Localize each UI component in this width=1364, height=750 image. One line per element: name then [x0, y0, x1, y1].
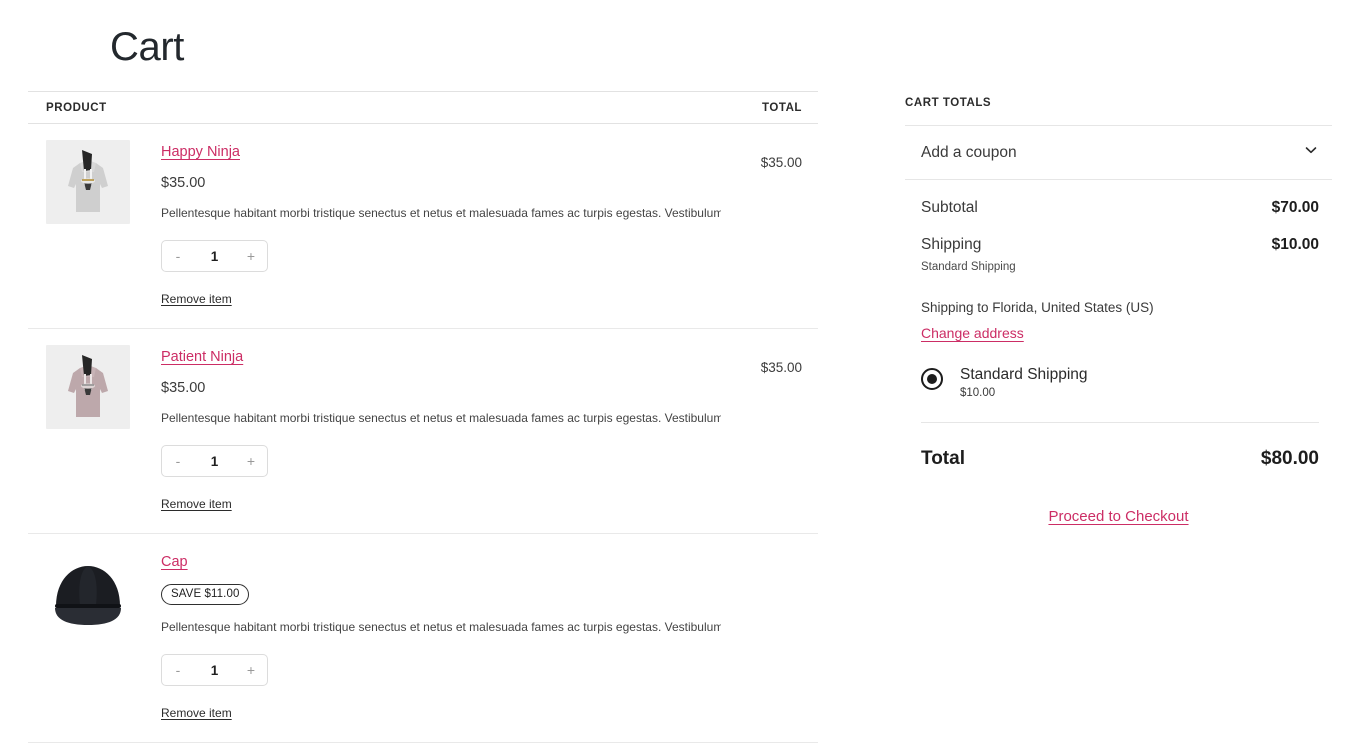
shipping-option-name: Standard Shipping — [960, 366, 1088, 383]
cart-item-row: Happy Ninja $35.00 Pellentesque habitant… — [28, 124, 818, 329]
save-badge: SAVE $11.00 — [161, 584, 250, 605]
product-link[interactable]: Patient Ninja — [161, 349, 243, 366]
product-price: $35.00 — [161, 380, 206, 396]
product-details: Cap SAVE $11.00 Pellentesque habitant mo… — [161, 550, 818, 722]
product-thumbnail-wrap[interactable] — [46, 140, 130, 308]
quantity-decrement-button[interactable]: - — [162, 241, 194, 271]
subtotal-value: $70.00 — [1271, 199, 1319, 216]
product-description: Pellentesque habitant morbi tristique se… — [161, 620, 721, 634]
quantity-increment-button[interactable]: + — [235, 446, 267, 476]
product-thumbnail-wrap[interactable] — [46, 550, 130, 722]
add-coupon-toggle[interactable]: Add a coupon — [905, 125, 1332, 180]
cart-totals-heading: CART TOTALS — [905, 97, 992, 109]
shipping-row: Shipping $10.00 — [921, 217, 1319, 254]
quantity-increment-button[interactable]: + — [235, 241, 267, 271]
product-thumbnail-happy-ninja — [46, 140, 130, 224]
grand-total-row: Total $80.00 — [905, 423, 1332, 470]
total-label: Total — [921, 448, 965, 469]
quantity-stepper[interactable]: - 1 + — [161, 654, 268, 686]
quantity-increment-button[interactable]: + — [235, 655, 267, 685]
shipping-option-standard[interactable]: Standard Shipping $10.00 — [921, 366, 1319, 423]
shipping-option-text: Standard Shipping $10.00 — [960, 366, 1088, 400]
shipping-destination: Shipping to Florida, United States (US) — [921, 300, 1154, 315]
cart-page: Cart PRODUCT TOTAL Happy Ninja $35.00 Pe… — [0, 0, 1364, 750]
cart-item-row: Patient Ninja $35.00 Pellentesque habita… — [28, 329, 818, 534]
shipping-option-price: $10.00 — [960, 387, 996, 399]
shipping-method-note: Standard Shipping — [921, 261, 1016, 273]
column-header-total: TOTAL — [761, 101, 802, 114]
cart-totals-column: CART TOTALS Add a coupon Subtotal $70.00… — [905, 0, 1332, 526]
quantity-value[interactable]: 1 — [194, 249, 235, 264]
product-link[interactable]: Happy Ninja — [161, 144, 240, 161]
checkout-wrap: Proceed to Checkout — [905, 470, 1332, 526]
remove-item-link[interactable]: Remove item — [161, 706, 232, 720]
quantity-value[interactable]: 1 — [194, 663, 235, 678]
product-thumbnail-wrap[interactable] — [46, 345, 130, 513]
shipping-value: $10.00 — [1271, 236, 1319, 253]
product-description: Pellentesque habitant morbi tristique se… — [161, 411, 721, 425]
add-coupon-label: Add a coupon — [921, 143, 1017, 161]
subtotal-label: Subtotal — [921, 199, 978, 216]
shipping-label: Shipping — [921, 236, 982, 253]
page-title: Cart — [110, 25, 184, 69]
proceed-to-checkout-button[interactable]: Proceed to Checkout — [1048, 508, 1188, 525]
product-price: $35.00 — [161, 175, 206, 191]
product-link[interactable]: Cap — [161, 554, 188, 571]
product-thumbnail-patient-ninja — [46, 345, 130, 429]
change-address-link[interactable]: Change address — [921, 325, 1024, 341]
chevron-down-icon — [1303, 142, 1319, 163]
quantity-decrement-button[interactable]: - — [162, 655, 194, 685]
product-line-total: $35.00 — [760, 360, 802, 375]
subtotal-row: Subtotal $70.00 — [921, 180, 1319, 217]
product-details: Patient Ninja $35.00 Pellentesque habita… — [161, 345, 818, 513]
product-line-total: $35.00 — [760, 155, 802, 170]
quantity-decrement-button[interactable]: - — [162, 446, 194, 476]
totals-lines: Subtotal $70.00 Shipping $10.00 Standard… — [905, 180, 1332, 423]
quantity-stepper[interactable]: - 1 + — [161, 445, 268, 477]
quantity-stepper[interactable]: - 1 + — [161, 240, 268, 272]
cart-table-header: PRODUCT TOTAL — [28, 91, 818, 124]
product-description: Pellentesque habitant morbi tristique se… — [161, 206, 721, 220]
product-thumbnail-cap — [46, 550, 130, 634]
cart-item-row: Cap SAVE $11.00 Pellentesque habitant mo… — [28, 534, 818, 743]
remove-item-link[interactable]: Remove item — [161, 497, 232, 511]
remove-item-link[interactable]: Remove item — [161, 292, 232, 306]
total-value: $80.00 — [1260, 448, 1319, 469]
product-details: Happy Ninja $35.00 Pellentesque habitant… — [161, 140, 818, 308]
quantity-value[interactable]: 1 — [194, 454, 235, 469]
radio-selected-icon[interactable] — [921, 368, 943, 390]
column-header-product: PRODUCT — [46, 101, 107, 114]
cart-items-column: Cart PRODUCT TOTAL Happy Ninja $35.00 Pe… — [28, 0, 818, 743]
